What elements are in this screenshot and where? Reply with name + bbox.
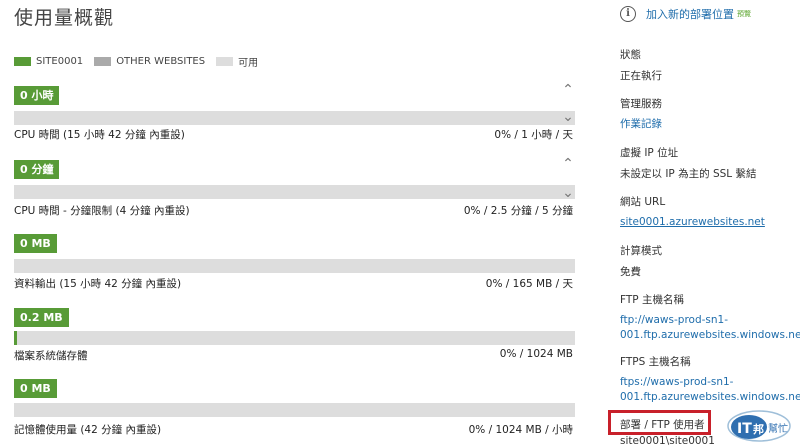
ftp-host-link-line1[interactable]: ftp://waws-prod-sn1-: [620, 313, 800, 328]
meter-track: [14, 111, 575, 125]
management-label: 管理服務: [620, 98, 662, 110]
status-value: 正在執行: [620, 70, 662, 82]
preview-badge: 預覽: [737, 10, 751, 18]
meter-name: CPU 時間 (15 小時 42 分鐘 內重設): [14, 129, 185, 141]
meter-track: [14, 185, 575, 199]
meter-track: [14, 259, 575, 273]
legend-label-other: OTHER WEBSITES: [116, 56, 206, 67]
meter-name: 檔案系統儲存體: [14, 350, 88, 362]
meter-value: 0% / 1024 MB: [499, 348, 573, 360]
ithome-watermark-logo: IT 邦 幫忙: [727, 410, 791, 442]
compute-mode-section: 計算模式 免費: [620, 243, 662, 279]
ftps-host-label: FTPS 主機名稱: [620, 356, 691, 368]
legend-swatch-site: [14, 57, 31, 66]
watermark-text-help: 幫忙: [768, 422, 788, 435]
ftps-host-section: FTPS 主機名稱 ftps://waws-prod-sn1- 001.ftp.…: [620, 354, 800, 405]
page-title: 使用量概觀: [14, 7, 115, 29]
vip-label: 虛擬 IP 位址: [620, 147, 679, 159]
meter-value: 0% / 1024 MB / 小時: [468, 424, 573, 436]
status-label: 狀態: [620, 49, 641, 61]
scroll-up-icon[interactable]: ⌃: [561, 157, 575, 171]
legend: SITE0001 OTHER WEBSITES 可用: [14, 54, 269, 69]
scroll-down-icon[interactable]: ⌄: [561, 186, 575, 200]
meter-badge: 0 MB: [14, 379, 57, 398]
watermark-text-it: IT: [737, 421, 752, 437]
meter-value: 0% / 165 MB / 天: [485, 278, 573, 290]
add-deployment-location-link[interactable]: i 加入新的部署位置 預覽: [620, 6, 751, 22]
meter-name: 記憶體使用量 (42 分鐘 內重設): [14, 424, 162, 436]
meter-badge: 0 MB: [14, 234, 57, 253]
legend-label-available: 可用: [238, 58, 259, 69]
meter-name: CPU 時間 - 分鐘限制 (4 分鐘 內重設): [14, 205, 190, 217]
compute-mode-label: 計算模式: [620, 245, 662, 257]
site-url-link[interactable]: site0001.azurewebsites.net: [620, 215, 765, 230]
ftp-host-section: FTP 主機名稱 ftp://waws-prod-sn1- 001.ftp.az…: [620, 292, 800, 343]
ftps-host-link-line2[interactable]: 001.ftp.azurewebsites.windows.net: [620, 390, 800, 405]
watermark-text-bang: 邦: [753, 422, 764, 436]
ftp-host-label: FTP 主機名稱: [620, 294, 684, 306]
add-location-label[interactable]: 加入新的部署位置: [646, 6, 734, 22]
ftps-host-link-line1[interactable]: ftps://waws-prod-sn1-: [620, 375, 800, 390]
meter-track: [14, 331, 575, 345]
operation-logs-link[interactable]: 作業記錄: [620, 117, 662, 132]
legend-label-site: SITE0001: [36, 56, 84, 67]
management-section: 管理服務 作業記錄: [620, 96, 662, 132]
info-icon: i: [620, 6, 636, 22]
legend-item-available: 可用: [216, 54, 258, 69]
meter-value: 0% / 2.5 分鐘 / 5 分鐘: [463, 205, 573, 217]
meter-fill: [14, 331, 17, 345]
status-section: 狀態 正在執行: [620, 47, 662, 83]
meter-badge: 0.2 MB: [14, 308, 69, 327]
meter-name: 資料輸出 (15 小時 42 分鐘 內重設): [14, 278, 182, 290]
legend-swatch-other: [94, 57, 112, 66]
legend-swatch-available: [216, 57, 234, 66]
vip-section: 虛擬 IP 位址 未設定以 IP 為主的 SSL 繫結: [620, 145, 756, 181]
compute-mode-value: 免費: [620, 266, 641, 278]
legend-item-other: OTHER WEBSITES: [94, 56, 205, 67]
highlight-box: [608, 410, 711, 435]
meter-track: [14, 403, 575, 417]
deploy-ftp-user-value: site0001\site0001: [620, 435, 715, 447]
ftp-host-link-line2[interactable]: 001.ftp.azurewebsites.windows.net: [620, 328, 800, 343]
meter-value: 0% / 1 小時 / 天: [494, 129, 573, 141]
scroll-up-icon[interactable]: ⌃: [561, 83, 575, 97]
meter-badge: 0 小時: [14, 86, 60, 105]
legend-item-site: SITE0001: [14, 56, 83, 67]
vip-value: 未設定以 IP 為主的 SSL 繫結: [620, 168, 757, 180]
site-url-section: 網站 URL site0001.azurewebsites.net: [620, 194, 765, 230]
meter-badge: 0 分鐘: [14, 160, 60, 179]
scroll-down-icon[interactable]: ⌄: [561, 110, 575, 124]
site-url-label: 網站 URL: [620, 196, 666, 208]
